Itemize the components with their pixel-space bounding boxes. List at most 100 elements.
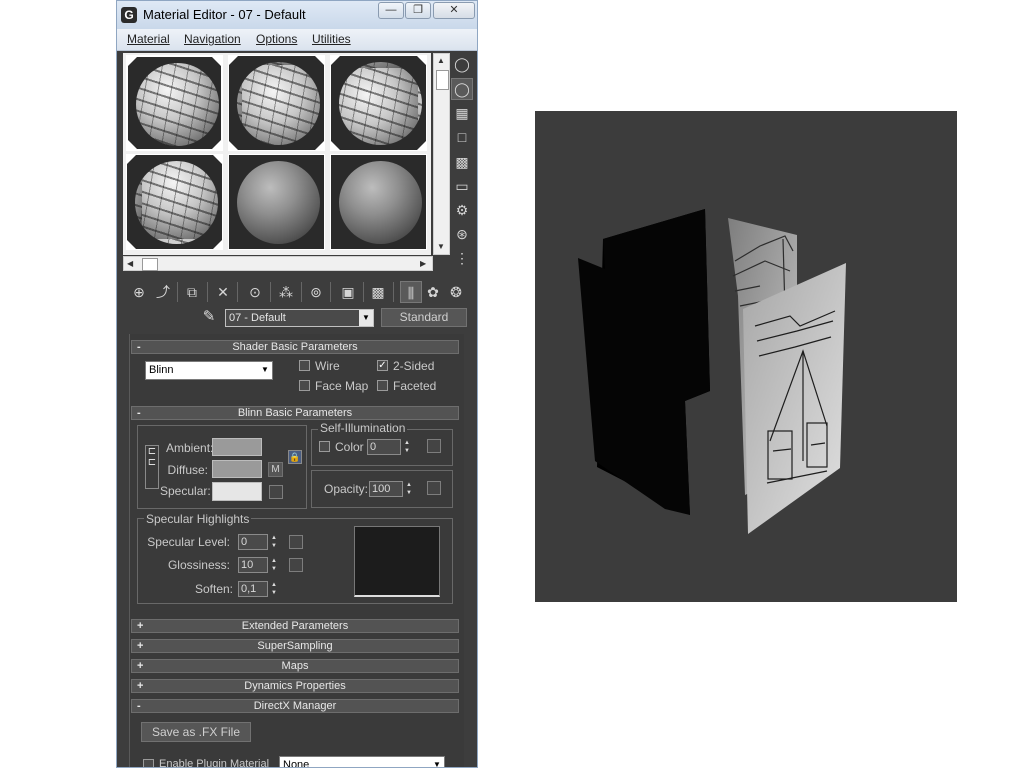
soften-spinner[interactable]: 0,1 bbox=[238, 581, 268, 597]
specular-level-map-button[interactable] bbox=[289, 535, 303, 549]
face-map-checkbox[interactable] bbox=[299, 380, 310, 391]
material-map-navigator-icon[interactable]: ⋮ bbox=[451, 247, 473, 269]
material-sphere bbox=[339, 161, 422, 244]
show-end-result-icon[interactable]: ⫼ bbox=[400, 281, 422, 303]
toolbar-separator bbox=[270, 282, 271, 302]
chevron-down-icon[interactable]: ▼ bbox=[430, 757, 444, 767]
ambient-color-swatch[interactable] bbox=[212, 438, 262, 456]
toolbar-separator bbox=[207, 282, 208, 302]
minimize-button[interactable]: — bbox=[378, 2, 404, 19]
lock-icon[interactable]: 🔒 bbox=[288, 450, 302, 464]
plugin-material-dropdown[interactable]: None ▼ bbox=[279, 756, 445, 767]
title-bar[interactable]: G Material Editor - 07 - Default — ❐ ✕ bbox=[117, 1, 477, 29]
reset-map-icon[interactable]: ✕ bbox=[212, 281, 234, 303]
background-icon[interactable]: ▦ bbox=[451, 102, 473, 124]
rollout-maps[interactable]: + Maps bbox=[131, 659, 459, 673]
self-illum-map-button[interactable] bbox=[427, 439, 441, 453]
menu-options[interactable]: Options bbox=[256, 32, 297, 46]
specular-level-spinner[interactable]: 0 bbox=[238, 534, 268, 550]
specular-level-label: Specular Level: bbox=[147, 535, 230, 549]
get-material-icon[interactable]: ⊕ bbox=[128, 281, 150, 303]
menu-material[interactable]: Material bbox=[127, 32, 170, 46]
put-to-scene-icon[interactable]: ⤴ bbox=[152, 281, 174, 303]
slots-horizontal-scrollbar[interactable]: ◀ ▶ bbox=[123, 256, 433, 271]
sample-slot-3[interactable] bbox=[330, 55, 427, 151]
make-unique-icon[interactable]: ⁂ bbox=[275, 281, 297, 303]
sample-slot-1[interactable] bbox=[126, 55, 223, 151]
color-lock-icon[interactable]: ⊏ ⊏ bbox=[145, 445, 159, 489]
options-icon[interactable]: ⚙ bbox=[451, 199, 473, 221]
two-sided-label: 2-Sided bbox=[393, 359, 435, 373]
rollout-extended-parameters[interactable]: + Extended Parameters bbox=[131, 619, 459, 633]
diffuse-map-button[interactable]: M bbox=[268, 462, 283, 477]
make-preview-icon[interactable]: ▭ bbox=[451, 175, 473, 197]
sample-type-icon[interactable]: ◯ bbox=[451, 53, 473, 75]
scroll-up-icon[interactable]: ▲ bbox=[437, 56, 445, 65]
wire-checkbox[interactable] bbox=[299, 360, 310, 371]
uv-tiling-icon[interactable]: □ bbox=[451, 126, 473, 148]
enable-plugin-checkbox[interactable] bbox=[143, 759, 154, 767]
rollout-title: Maps bbox=[281, 660, 309, 672]
save-as-fx-button[interactable]: Save as .FX File bbox=[141, 722, 251, 742]
sample-slot-5[interactable] bbox=[228, 154, 325, 250]
make-copy-icon[interactable]: ⊙ bbox=[244, 281, 266, 303]
backlight-icon[interactable]: ◯ bbox=[451, 78, 473, 100]
sample-slot-4[interactable] bbox=[126, 154, 223, 250]
show-map-in-viewport-icon[interactable]: ▩ bbox=[367, 281, 389, 303]
scroll-down-icon[interactable]: ▼ bbox=[437, 242, 445, 251]
material-name-field[interactable]: 07 - Default ▼ bbox=[225, 309, 374, 327]
material-sphere bbox=[237, 62, 320, 145]
scrollbar-thumb[interactable] bbox=[436, 70, 449, 90]
go-forward-to-sibling-icon[interactable]: ❂ bbox=[445, 281, 467, 303]
rollout-supersampling[interactable]: + SuperSampling bbox=[131, 639, 459, 653]
menu-utilities[interactable]: Utilities bbox=[312, 32, 351, 46]
sample-slot-2[interactable] bbox=[228, 55, 325, 151]
video-color-check-icon[interactable]: ▩ bbox=[451, 151, 473, 173]
rollout-shader-basic-parameters[interactable]: - Shader Basic Parameters bbox=[131, 340, 459, 354]
scroll-right-icon[interactable]: ▶ bbox=[420, 259, 426, 268]
sample-slot-6[interactable] bbox=[330, 154, 427, 250]
spinner-arrows-icon[interactable]: ▲ ▼ bbox=[269, 534, 279, 550]
spinner-arrows-icon[interactable]: ▲ ▼ bbox=[404, 481, 414, 497]
material-type-button[interactable]: Standard bbox=[381, 308, 467, 327]
rollout-directx-manager[interactable]: - DirectX Manager bbox=[131, 699, 459, 713]
opacity-spinner[interactable]: 100 bbox=[369, 481, 403, 497]
scroll-left-icon[interactable]: ◀ bbox=[127, 259, 133, 268]
spinner-arrows-icon[interactable]: ▲ ▼ bbox=[269, 557, 279, 573]
go-to-parent-icon[interactable]: ✿ bbox=[422, 281, 444, 303]
render-viewport[interactable] bbox=[535, 111, 957, 602]
toolbar-separator bbox=[330, 282, 331, 302]
material-id-channel-icon[interactable]: ▣ bbox=[337, 281, 359, 303]
restore-button[interactable]: ❐ bbox=[405, 2, 431, 19]
self-illum-spinner[interactable]: 0 bbox=[367, 439, 401, 455]
self-illum-color-checkbox[interactable] bbox=[319, 441, 330, 452]
glossiness-spinner[interactable]: 10 bbox=[238, 557, 268, 573]
collapse-sign: - bbox=[137, 407, 141, 419]
two-sided-checkbox[interactable]: ✓ bbox=[377, 360, 388, 371]
select-by-material-icon[interactable]: ⊛ bbox=[451, 223, 473, 245]
faceted-checkbox[interactable] bbox=[377, 380, 388, 391]
highlight-curve-graph bbox=[354, 526, 440, 597]
opacity-map-button[interactable] bbox=[427, 481, 441, 495]
put-to-library-icon[interactable]: ⊚ bbox=[305, 281, 327, 303]
shader-type-dropdown[interactable]: Blinn ▼ bbox=[145, 361, 273, 380]
glossiness-map-button[interactable] bbox=[289, 558, 303, 572]
shader-type-value: Blinn bbox=[149, 364, 174, 376]
eyedropper-icon[interactable]: ✎ bbox=[199, 307, 219, 327]
close-button[interactable]: ✕ bbox=[433, 2, 475, 19]
slots-vertical-scrollbar[interactable]: ▲ ▼ bbox=[433, 53, 450, 255]
spinner-arrows-icon[interactable]: ▲ ▼ bbox=[269, 581, 279, 597]
spinner-arrows-icon[interactable]: ▲ ▼ bbox=[402, 439, 412, 455]
chevron-down-icon[interactable]: ▼ bbox=[258, 362, 272, 378]
rollout-dynamics-properties[interactable]: + Dynamics Properties bbox=[131, 679, 459, 693]
chevron-down-icon[interactable]: ▼ bbox=[359, 310, 373, 326]
rollout-blinn-basic-parameters[interactable]: - Blinn Basic Parameters bbox=[131, 406, 459, 420]
diffuse-color-swatch[interactable] bbox=[212, 460, 262, 478]
scrollbar-thumb[interactable] bbox=[142, 258, 158, 271]
assign-to-selection-icon[interactable]: ⧉ bbox=[181, 281, 203, 303]
specular-color-swatch[interactable] bbox=[212, 482, 262, 501]
specular-level-value: 0 bbox=[241, 536, 248, 548]
specular-map-button[interactable] bbox=[269, 485, 283, 499]
menu-navigation[interactable]: Navigation bbox=[184, 32, 241, 46]
wire-label: Wire bbox=[315, 359, 340, 373]
